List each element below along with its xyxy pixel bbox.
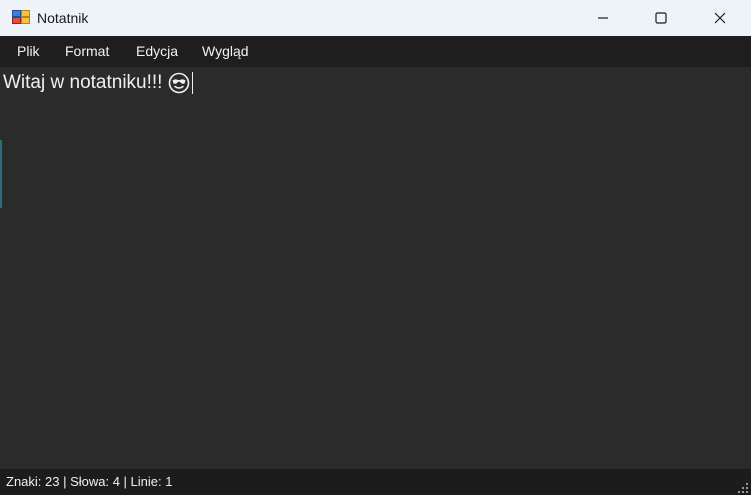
- editor-text: Witaj w notatniku!!!: [3, 72, 163, 93]
- window-edge-accent: [0, 140, 2, 208]
- close-button[interactable]: [691, 0, 749, 36]
- menu-item-edycja[interactable]: Edycja: [130, 36, 184, 67]
- text-editor[interactable]: Witaj w notatniku!!!: [0, 67, 751, 469]
- window-title: Notatnik: [37, 10, 89, 26]
- maximize-icon: [655, 12, 667, 24]
- editor-line: Witaj w notatniku!!!: [3, 70, 194, 96]
- minimize-button[interactable]: [574, 0, 632, 36]
- smiling-face-with-sunglasses-icon: [168, 72, 190, 94]
- notepad-app-icon: [12, 9, 30, 25]
- maximize-button[interactable]: [632, 0, 690, 36]
- menu-item-plik[interactable]: Plik: [11, 36, 46, 67]
- status-bar: Znaki: 23 | Słowa: 4 | Linie: 1: [0, 469, 751, 495]
- minimize-icon: [597, 12, 609, 24]
- status-text: Znaki: 23 | Słowa: 4 | Linie: 1: [6, 474, 173, 489]
- notepad-window: Notatnik Plik Format Edycja Wygląd Witaj…: [0, 0, 751, 495]
- menu-item-wyglad[interactable]: Wygląd: [196, 36, 255, 67]
- title-bar[interactable]: Notatnik: [0, 0, 751, 36]
- close-icon: [714, 12, 726, 24]
- resize-grip-icon[interactable]: [737, 481, 749, 493]
- menu-item-format[interactable]: Format: [59, 36, 115, 67]
- menu-bar: Plik Format Edycja Wygląd: [0, 36, 751, 67]
- text-caret: [192, 72, 194, 94]
